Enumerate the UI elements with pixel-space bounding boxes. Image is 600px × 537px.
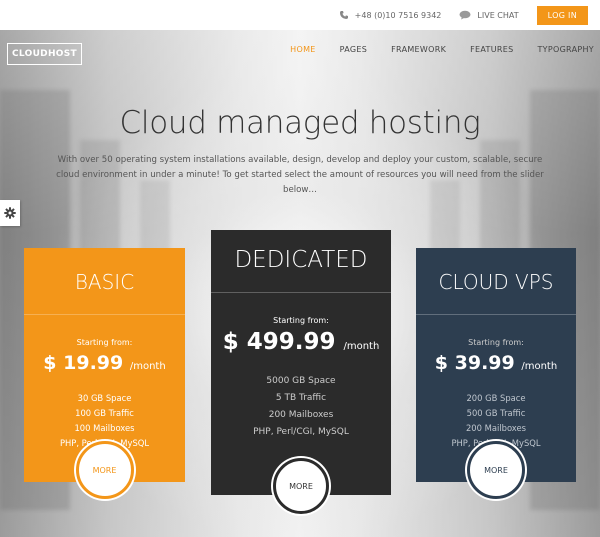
starting-from-label: Starting from:	[273, 316, 329, 325]
phone-contact: +48 (0)10 7516 9342	[339, 10, 442, 20]
nav-item-pages[interactable]: PAGES	[340, 45, 367, 54]
card-divider	[211, 292, 391, 293]
feature-item: 100 Mailboxes	[74, 423, 135, 433]
live-chat-label: LIVE CHAT	[477, 10, 519, 20]
main-navigation: HOME PAGES FRAMEWORK FEATURES TYPOGRAPHY	[290, 45, 600, 54]
price-period: /month	[129, 361, 166, 372]
top-utility-bar: +48 (0)10 7516 9342 LIVE CHAT LOG IN	[0, 0, 600, 30]
nav-item-typography[interactable]: TYPOGRAPHY	[537, 45, 594, 54]
card-divider	[416, 314, 576, 315]
feature-item: 100 GB Traffic	[75, 408, 134, 418]
feature-item: 30 GB Space	[77, 393, 132, 403]
feature-item: 200 GB Space	[466, 393, 526, 403]
settings-toggle[interactable]	[0, 200, 20, 226]
hero-headline: Cloud managed hosting	[119, 105, 481, 141]
pricing-card-cloud-vps: CLOUD VPS Starting from: $ 39.99 /month …	[416, 248, 576, 499]
site-logo[interactable]: CLOUDHOST	[7, 43, 82, 65]
plan-title: DEDICATED	[234, 247, 368, 273]
price-period: /month	[521, 361, 558, 372]
more-button-cloud-vps[interactable]: MORE	[467, 441, 525, 499]
card-divider	[24, 314, 185, 315]
starting-from-label: Starting from:	[76, 338, 133, 347]
phone-icon	[339, 11, 348, 19]
feature-item: 5 TB Traffic	[275, 393, 327, 403]
starting-from-label: Starting from:	[468, 338, 524, 347]
pricing-card-dedicated: DEDICATED Starting from: $ 499.99 /month…	[211, 230, 391, 514]
chat-bubble-icon	[459, 10, 471, 20]
nav-item-features[interactable]: FEATURES	[470, 45, 513, 54]
price-period: /month	[343, 341, 380, 352]
feature-item: 200 Mailboxes	[268, 410, 334, 420]
live-chat-link[interactable]: LIVE CHAT	[459, 10, 519, 20]
pricing-card-basic: BASIC Starting from: $ 19.99 /month 30 G…	[24, 248, 185, 499]
more-button-dedicated[interactable]: MORE	[273, 458, 329, 514]
price-amount: $ 19.99	[43, 352, 124, 374]
feature-item: 5000 GB Space	[266, 376, 336, 386]
phone-number: +48 (0)10 7516 9342	[354, 10, 442, 20]
feature-item: 500 GB Traffic	[466, 408, 526, 418]
plan-price: $ 19.99 /month	[24, 352, 185, 374]
price-amount: $ 39.99	[434, 352, 515, 374]
hero-intro-text: With over 50 operating system installati…	[56, 155, 544, 195]
gear-icon	[4, 207, 16, 219]
nav-item-home[interactable]: HOME	[290, 45, 315, 54]
plan-title: CLOUD VPS	[438, 270, 554, 294]
nav-item-framework[interactable]: FRAMEWORK	[391, 45, 446, 54]
feature-item: PHP, Perl/CGI, MySQL	[253, 427, 349, 437]
more-button-basic[interactable]: MORE	[75, 441, 134, 499]
login-button[interactable]: LOG IN	[536, 5, 588, 25]
plan-price: $ 39.99 /month	[416, 352, 576, 374]
plan-price: $ 499.99 /month	[211, 329, 391, 355]
hero-section: CLOUDHOST HOME PAGES FRAMEWORK FEATURES …	[0, 30, 600, 537]
feature-item: 200 Mailboxes	[465, 423, 527, 433]
feature-list: 5000 GB Space 5 TB Traffic 200 Mailboxes…	[211, 373, 391, 441]
price-amount: $ 499.99	[222, 329, 336, 355]
plan-title: BASIC	[74, 270, 135, 294]
